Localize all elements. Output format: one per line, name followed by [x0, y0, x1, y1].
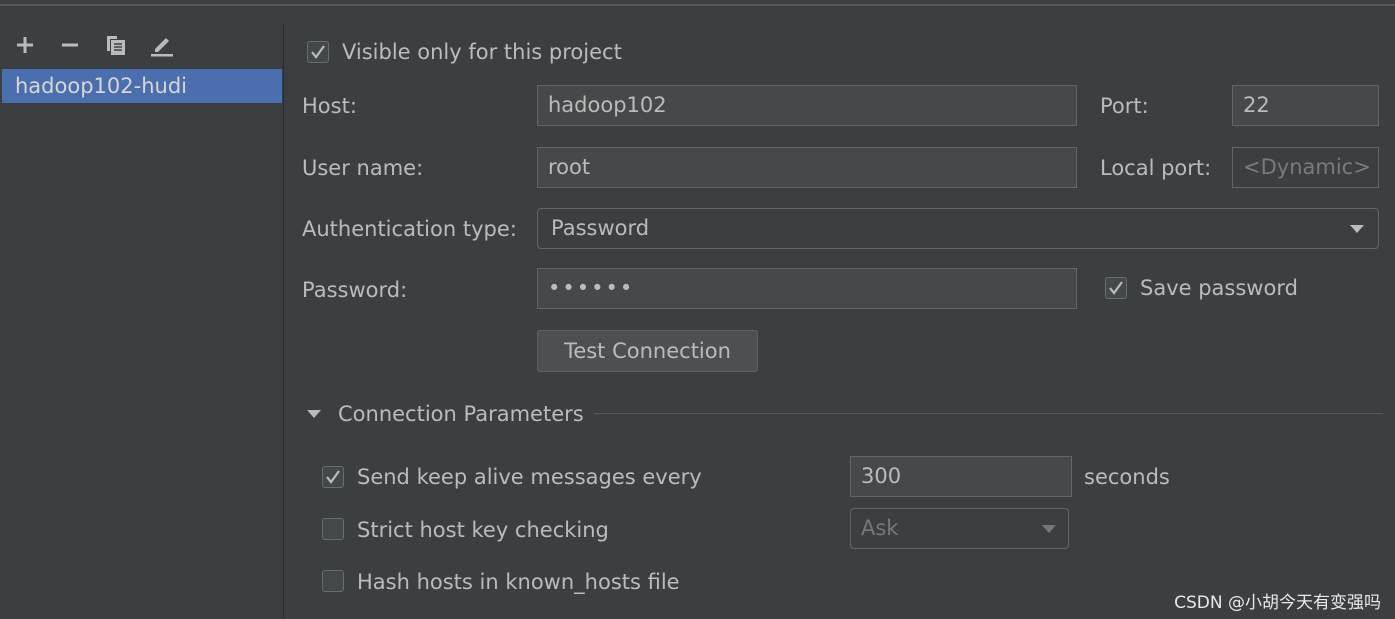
copy-button[interactable] [101, 30, 131, 60]
watermark: CSDN @小胡今天有变强吗 [1174, 593, 1381, 613]
chevron-down-icon [1042, 525, 1056, 533]
list-item-label: hadoop102-hudi [15, 74, 187, 98]
sidebar [0, 24, 284, 619]
hash-hosts-checkbox[interactable] [322, 570, 344, 592]
add-button[interactable] [10, 30, 40, 60]
strict-host-key-value: Ask [861, 516, 899, 540]
add-icon [17, 37, 33, 53]
password-input[interactable]: •••••• [537, 268, 1077, 309]
hash-hosts-label: Hash hosts in known_hosts file [357, 570, 680, 594]
save-password-label: Save password [1140, 276, 1298, 300]
edit-icon [151, 38, 173, 57]
host-label: Host: [302, 94, 357, 118]
chevron-down-icon [1350, 225, 1364, 233]
collapse-triangle-icon[interactable] [307, 410, 321, 418]
keep-alive-checkbox[interactable] [322, 466, 344, 488]
list-item[interactable]: hadoop102-hudi [2, 69, 282, 103]
user-name-label: User name: [302, 156, 424, 180]
edit-button[interactable] [146, 30, 176, 60]
remove-button[interactable] [55, 30, 85, 60]
local-port-input[interactable]: <Dynamic> [1232, 147, 1379, 188]
top-divider [0, 4, 1395, 6]
local-port-label: Local port: [1100, 156, 1212, 180]
check-icon [311, 45, 325, 59]
keep-alive-label: Send keep alive messages every [357, 465, 702, 489]
host-input[interactable]: hadoop102 [537, 85, 1077, 126]
auth-type-value: Password [551, 216, 650, 240]
auth-type-select[interactable]: Password [537, 208, 1379, 249]
keep-alive-input[interactable]: 300 [850, 456, 1072, 497]
user-name-input[interactable]: root [537, 147, 1077, 188]
port-input[interactable]: 22 [1232, 85, 1379, 126]
visible-only-label: Visible only for this project [342, 40, 622, 64]
connection-parameters-title[interactable]: Connection Parameters [338, 400, 584, 428]
test-connection-button[interactable]: Test Connection [537, 330, 758, 372]
strict-host-key-label: Strict host key checking [357, 518, 609, 542]
seconds-label: seconds [1084, 465, 1170, 489]
strict-host-key-checkbox[interactable] [322, 518, 344, 540]
visible-only-checkbox[interactable] [307, 41, 329, 63]
copy-icon [107, 36, 125, 55]
remove-icon [62, 43, 78, 47]
check-icon [326, 470, 340, 484]
strict-host-key-select[interactable]: Ask [850, 508, 1069, 549]
password-label: Password: [302, 278, 408, 302]
section-divider [594, 413, 1383, 414]
save-password-checkbox[interactable] [1105, 277, 1127, 299]
check-icon [1109, 281, 1123, 295]
port-label: Port: [1100, 94, 1149, 118]
auth-type-label: Authentication type: [302, 217, 517, 241]
